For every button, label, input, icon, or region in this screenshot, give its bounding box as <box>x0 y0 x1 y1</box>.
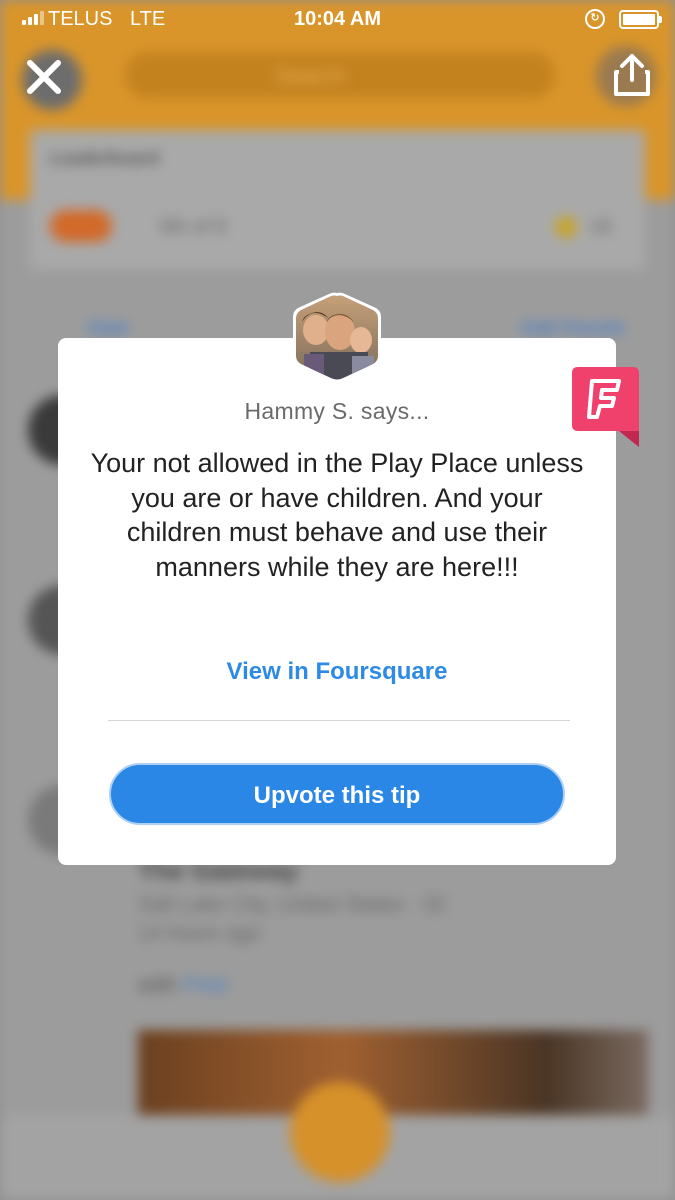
venue-coins: 32 <box>422 893 446 916</box>
close-icon <box>27 60 61 94</box>
avatar-photo <box>293 292 381 382</box>
battery-icon <box>619 10 662 29</box>
foursquare-logo-icon <box>572 367 639 447</box>
venue-location: Salt Lake City, United States · 32 <box>138 893 446 916</box>
with-friends: with Pete <box>138 972 229 998</box>
date-filter: Date <box>88 318 130 339</box>
tip-author: Hammy S. says... <box>244 398 430 424</box>
leaderboard-rank: 6th of 8 <box>160 216 227 238</box>
leaderboard-card: Leaderboard 6th of 8 16 <box>30 130 645 270</box>
checkin-time: 14 hours ago <box>138 922 261 945</box>
status-bar: TELUS LTE 10:04 AM ↻ <box>0 0 675 38</box>
checkin-fab <box>290 1082 390 1182</box>
close-button[interactable] <box>22 55 66 99</box>
leaderboard-row: 6th of 8 16 <box>50 210 625 250</box>
divider <box>108 720 570 721</box>
add-friends-link: Add friends <box>520 318 626 339</box>
tip-modal: Hammy S. says... Your not allowed in the… <box>58 338 616 865</box>
coin-icon <box>555 216 577 238</box>
author-avatar <box>290 292 384 382</box>
with-label: with <box>138 972 178 997</box>
status-time: 10:04 AM <box>293 8 382 30</box>
share-button[interactable] <box>610 52 654 98</box>
tip-text: Your not allowed in the Play Place unles… <box>90 448 584 582</box>
cloud-icon <box>50 210 112 242</box>
venue-location-text: Salt Lake City, United States <box>138 893 404 916</box>
leaderboard-title: Leaderboard <box>50 148 160 168</box>
with-name: Pete <box>183 972 229 997</box>
view-in-foursquare-link[interactable]: View in Foursquare <box>58 658 616 686</box>
rotation-lock-icon: ↻ <box>585 9 605 29</box>
search-input: Search <box>125 52 555 98</box>
leaderboard-coins: 16 <box>590 216 613 238</box>
share-icon <box>614 54 650 96</box>
upvote-button[interactable]: Upvote this tip <box>109 763 565 825</box>
foursquare-badge <box>572 367 639 447</box>
